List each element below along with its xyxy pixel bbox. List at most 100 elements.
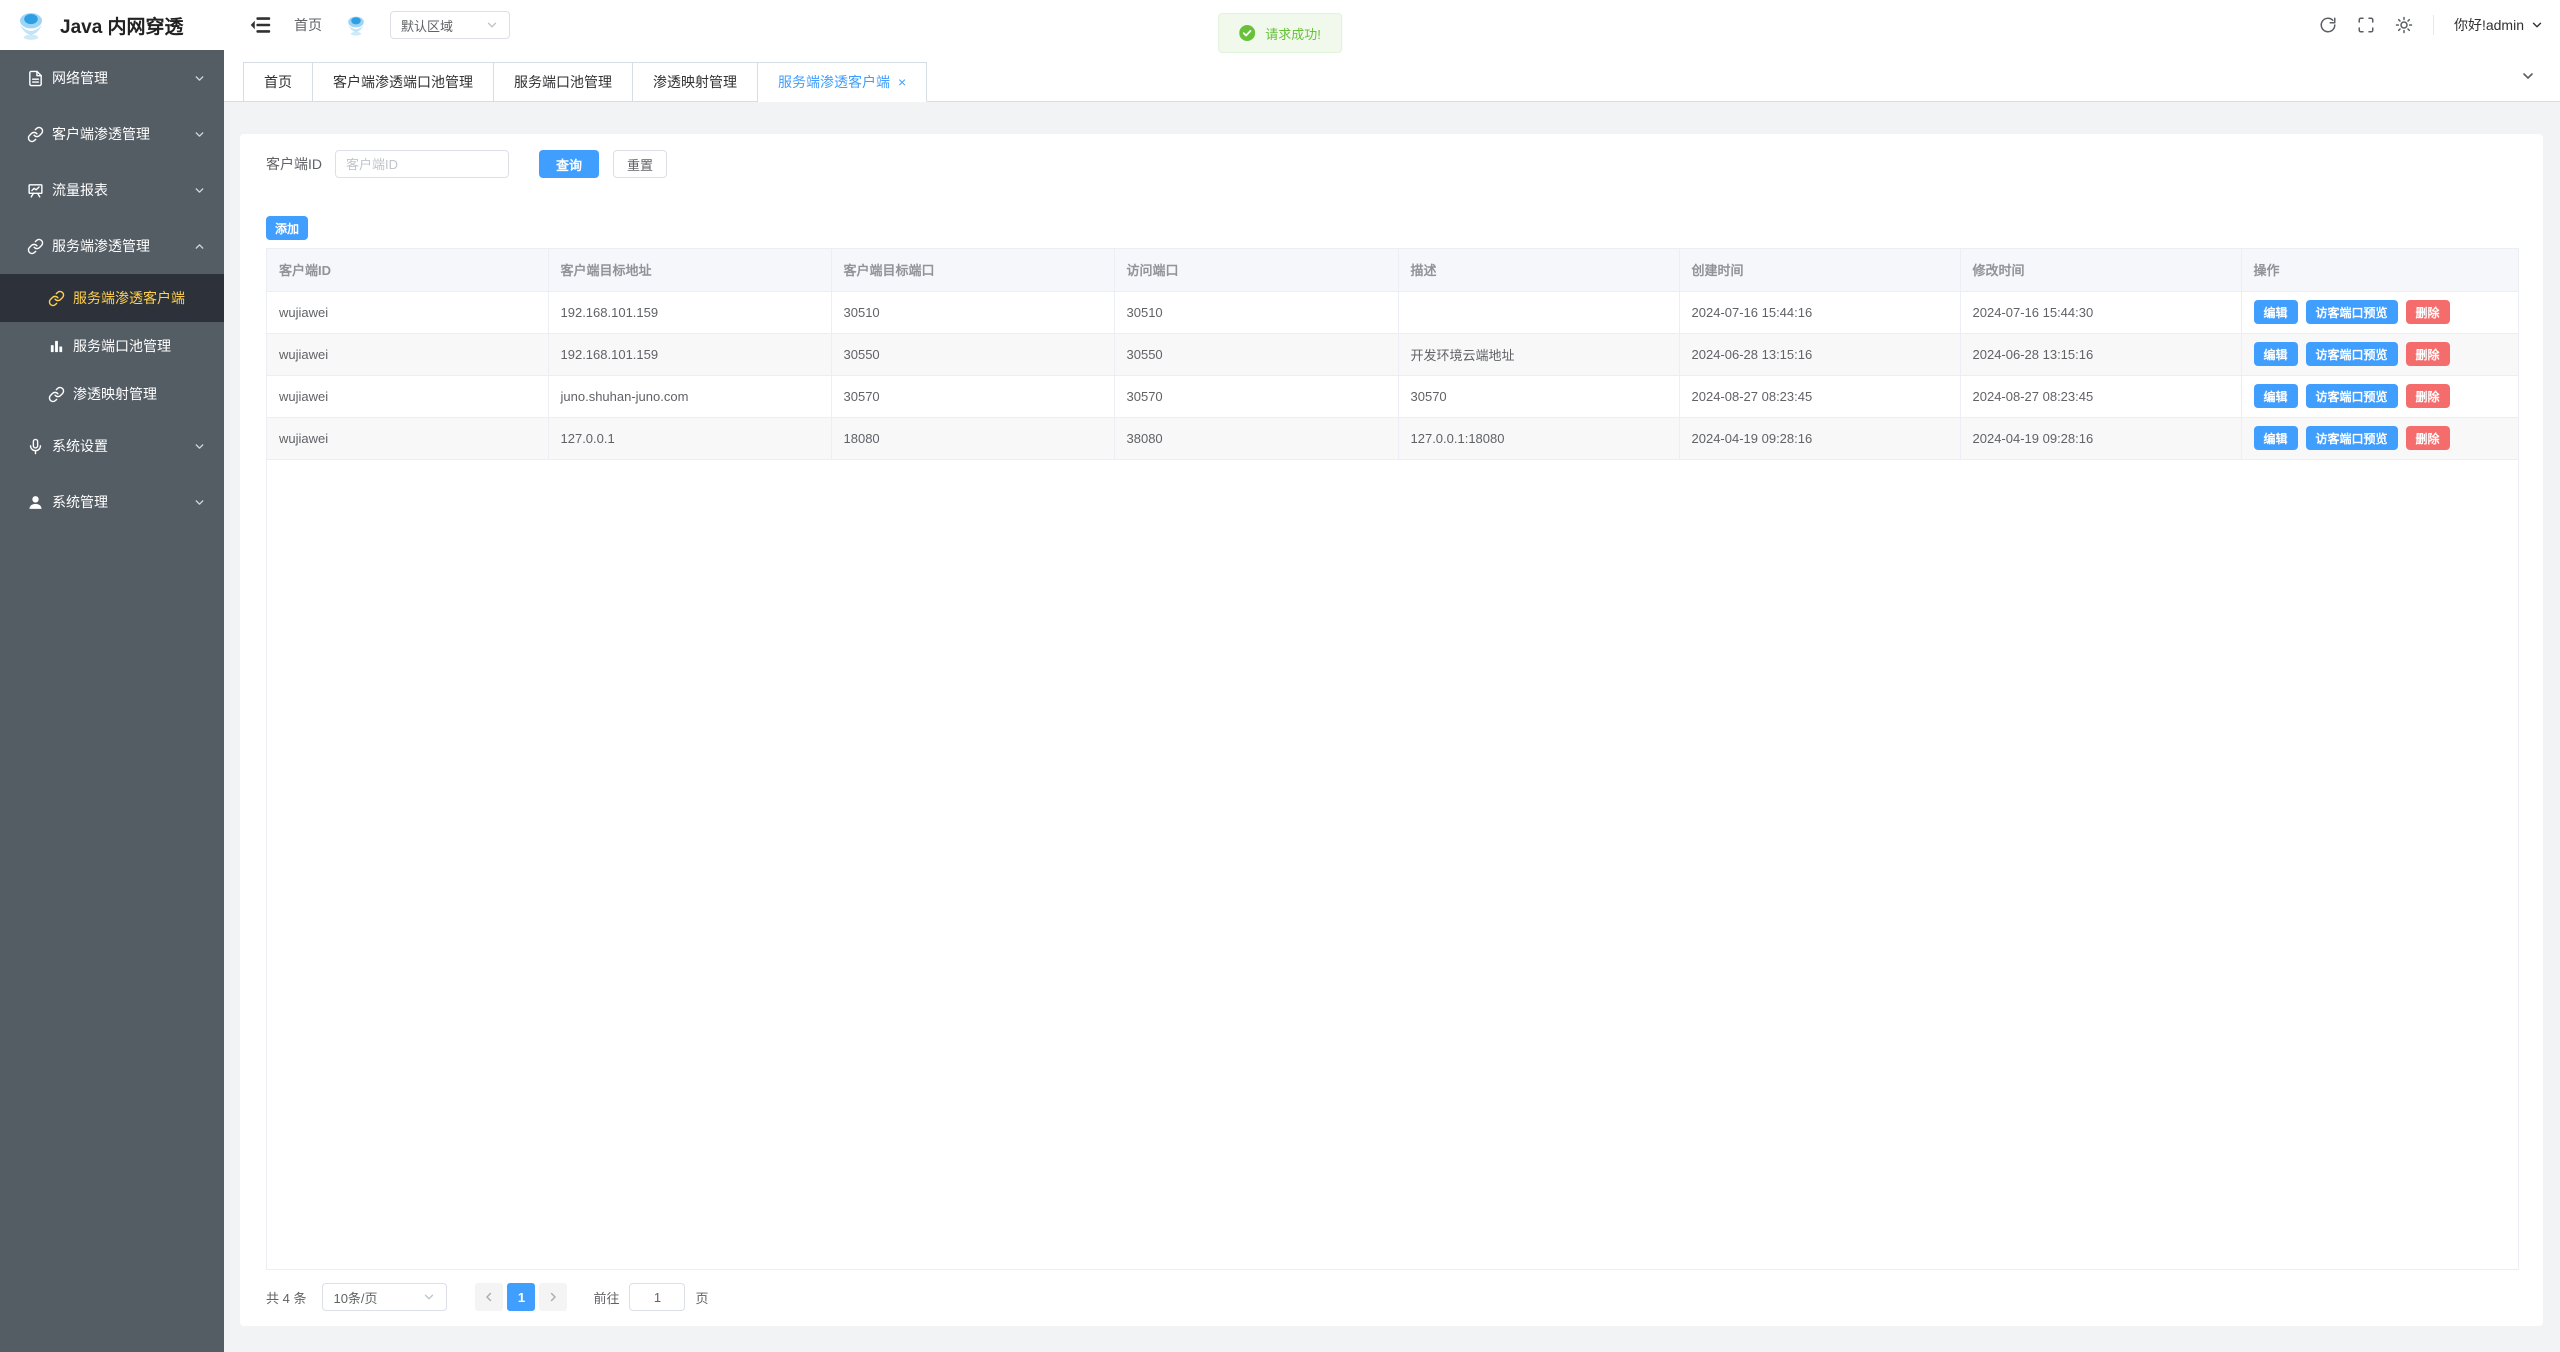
tab-home[interactable]: 首页 bbox=[243, 62, 313, 102]
edit-button[interactable]: 编辑 bbox=[2254, 300, 2298, 324]
sidebar-item-label: 服务端渗透客户端 bbox=[73, 288, 206, 308]
preview-button[interactable]: 访客端口预览 bbox=[2306, 300, 2398, 324]
table-row: wujiawei 192.168.101.159 30550 30550 开发环… bbox=[267, 333, 2518, 375]
close-icon[interactable]: × bbox=[898, 74, 906, 90]
sidebar-item-server-penetration[interactable]: 服务端渗透管理 bbox=[0, 218, 224, 274]
search-form: 客户端ID 查询 重置 bbox=[266, 150, 667, 178]
sidebar-item-network[interactable]: 网络管理 bbox=[0, 50, 224, 106]
document-icon bbox=[27, 70, 44, 87]
content-card: 客户端ID 查询 重置 添加 客户端ID 客户端目标地址 客户端目标端口 访问端… bbox=[240, 134, 2543, 1326]
preview-button[interactable]: 访客端口预览 bbox=[2306, 342, 2398, 366]
cell-target-addr: 192.168.101.159 bbox=[548, 333, 831, 375]
theme-icon[interactable] bbox=[2395, 16, 2413, 34]
page-size-select[interactable]: 10条/页 bbox=[322, 1283, 447, 1311]
next-page-button[interactable] bbox=[539, 1283, 567, 1311]
tab-server-penetration-client[interactable]: 服务端渗透客户端 × bbox=[758, 62, 927, 102]
delete-button[interactable]: 删除 bbox=[2406, 426, 2450, 450]
link-icon bbox=[27, 238, 44, 255]
goto-page-input[interactable] bbox=[629, 1283, 685, 1311]
board-icon bbox=[27, 182, 44, 199]
reset-button[interactable]: 重置 bbox=[613, 150, 667, 178]
chevron-down-icon bbox=[2530, 18, 2544, 32]
sidebar-item-client-penetration[interactable]: 客户端渗透管理 bbox=[0, 106, 224, 162]
preview-button[interactable]: 访客端口预览 bbox=[2306, 426, 2398, 450]
sidebar-item-mapping[interactable]: 渗透映射管理 bbox=[0, 370, 224, 418]
sidebar-collapse-icon[interactable] bbox=[250, 14, 272, 36]
cell-desc: 开发环境云端地址 bbox=[1398, 333, 1679, 375]
cell-actions: 编辑访客端口预览删除 bbox=[2241, 333, 2518, 375]
success-toast: 请求成功! bbox=[1218, 13, 1342, 53]
cell-target-port: 30570 bbox=[831, 375, 1114, 417]
tab-label: 渗透映射管理 bbox=[653, 74, 737, 90]
tab-server-port-pool[interactable]: 服务端口池管理 bbox=[494, 62, 633, 102]
edit-button[interactable]: 编辑 bbox=[2254, 342, 2298, 366]
chevron-down-icon bbox=[193, 440, 206, 453]
toast-message: 请求成功! bbox=[1265, 24, 1321, 43]
search-label: 客户端ID bbox=[266, 154, 322, 174]
cell-desc bbox=[1398, 291, 1679, 333]
sidebar-item-system-settings[interactable]: 系统设置 bbox=[0, 418, 224, 474]
user-menu[interactable]: 你好!admin bbox=[2454, 15, 2544, 35]
region-select[interactable]: 默认区域 bbox=[390, 11, 510, 39]
client-id-input[interactable] bbox=[335, 150, 509, 178]
query-button[interactable]: 查询 bbox=[539, 150, 599, 178]
cell-created: 2024-06-28 13:15:16 bbox=[1679, 333, 1960, 375]
cell-client-id: wujiawei bbox=[267, 417, 548, 459]
refresh-icon[interactable] bbox=[2319, 16, 2337, 34]
data-table: 客户端ID 客户端目标地址 客户端目标端口 访问端口 描述 创建时间 修改时间 … bbox=[266, 248, 2519, 1270]
delete-button[interactable]: 删除 bbox=[2406, 384, 2450, 408]
sidebar-item-server-port-pool[interactable]: 服务端口池管理 bbox=[0, 322, 224, 370]
cell-access-port: 30570 bbox=[1114, 375, 1398, 417]
sidebar-item-server-penetration-client[interactable]: 服务端渗透客户端 bbox=[0, 274, 224, 322]
user-icon bbox=[27, 494, 44, 511]
preview-button[interactable]: 访客端口预览 bbox=[2306, 384, 2398, 408]
col-header-actions: 操作 bbox=[2241, 249, 2518, 291]
cell-client-id: wujiawei bbox=[267, 333, 548, 375]
link-icon bbox=[48, 386, 65, 403]
page-number-button[interactable]: 1 bbox=[507, 1283, 535, 1311]
cell-created: 2024-04-19 09:28:16 bbox=[1679, 417, 1960, 459]
sidebar-item-system-management[interactable]: 系统管理 bbox=[0, 474, 224, 530]
chevron-down-icon bbox=[193, 128, 206, 141]
cell-target-port: 18080 bbox=[831, 417, 1114, 459]
cell-modified: 2024-08-27 08:23:45 bbox=[1960, 375, 2241, 417]
prev-page-button[interactable] bbox=[475, 1283, 503, 1311]
edit-button[interactable]: 编辑 bbox=[2254, 384, 2298, 408]
fullscreen-icon[interactable] bbox=[2357, 16, 2375, 34]
sidebar-item-label: 服务端口池管理 bbox=[73, 336, 206, 356]
cell-modified: 2024-04-19 09:28:16 bbox=[1960, 417, 2241, 459]
edit-button[interactable]: 编辑 bbox=[2254, 426, 2298, 450]
cell-access-port: 38080 bbox=[1114, 417, 1398, 459]
sidebar-item-label: 渗透映射管理 bbox=[73, 384, 206, 404]
tab-client-port-pool[interactable]: 客户端渗透端口池管理 bbox=[313, 62, 494, 102]
cell-modified: 2024-06-28 13:15:16 bbox=[1960, 333, 2241, 375]
cell-actions: 编辑访客端口预览删除 bbox=[2241, 417, 2518, 459]
delete-button[interactable]: 删除 bbox=[2406, 342, 2450, 366]
cell-target-addr: 127.0.0.1 bbox=[548, 417, 831, 459]
chevron-left-icon bbox=[482, 1290, 496, 1304]
sidebar-item-label: 网络管理 bbox=[52, 68, 193, 88]
tab-mapping[interactable]: 渗透映射管理 bbox=[633, 62, 758, 102]
sidebar-item-traffic-report[interactable]: 流量报表 bbox=[0, 162, 224, 218]
page-size-value: 10条/页 bbox=[333, 1288, 377, 1307]
add-button[interactable]: 添加 bbox=[266, 216, 308, 240]
delete-button[interactable]: 删除 bbox=[2406, 300, 2450, 324]
region-select-value: 默认区域 bbox=[401, 16, 453, 35]
goto-label: 前往 bbox=[593, 1288, 619, 1307]
link-icon bbox=[48, 290, 65, 307]
cell-created: 2024-07-16 15:44:16 bbox=[1679, 291, 1960, 333]
tab-label: 客户端渗透端口池管理 bbox=[333, 74, 473, 90]
tab-label: 服务端渗透客户端 bbox=[778, 74, 890, 90]
link-icon bbox=[27, 126, 44, 143]
check-circle-icon bbox=[1239, 25, 1255, 41]
app-title: Java 内网穿透 bbox=[60, 12, 184, 39]
sidebar-item-label: 系统设置 bbox=[52, 436, 193, 456]
divider bbox=[2433, 15, 2434, 35]
cell-target-addr: juno.shuhan-juno.com bbox=[548, 375, 831, 417]
cell-target-addr: 192.168.101.159 bbox=[548, 291, 831, 333]
tabs-dropdown-icon[interactable] bbox=[2520, 68, 2536, 84]
chevron-up-icon bbox=[193, 240, 206, 253]
breadcrumb[interactable]: 首页 bbox=[294, 15, 322, 35]
col-header-access-port: 访问端口 bbox=[1114, 249, 1398, 291]
tabs-bar: 首页 客户端渗透端口池管理 服务端口池管理 渗透映射管理 服务端渗透客户端 × bbox=[224, 50, 2560, 102]
